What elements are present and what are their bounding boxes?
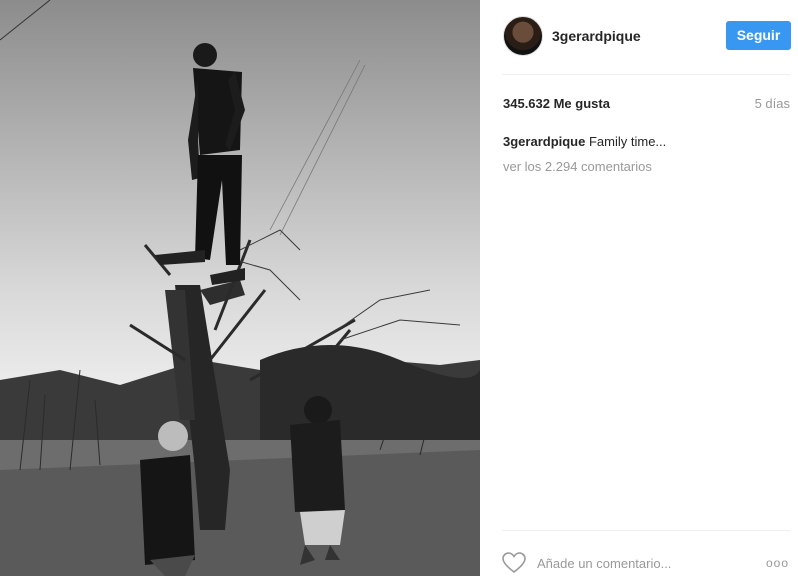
caption-text: Family time... — [588, 134, 667, 149]
likes-count[interactable]: 345.632 Me gusta — [503, 96, 610, 111]
caption-username[interactable]: 3gerardpique — [503, 134, 585, 149]
avatar[interactable] — [503, 16, 543, 56]
post-caption: 3gerardpique Family time... — [503, 134, 666, 149]
header-username[interactable]: 3gerardpique — [552, 28, 641, 44]
post-time[interactable]: 5 días — [755, 96, 790, 111]
post-header: 3gerardpique Seguir — [480, 0, 798, 74]
header-divider — [502, 74, 790, 75]
add-comment-input[interactable]: Añade un comentario... — [537, 556, 671, 571]
follow-button[interactable]: Seguir — [726, 21, 791, 50]
post-side-panel: 3gerardpique Seguir 345.632 Me gusta 5 d… — [480, 0, 798, 576]
comment-divider — [502, 530, 790, 531]
heart-icon[interactable] — [502, 552, 526, 579]
view-all-comments-link[interactable]: ver los 2.294 comentarios — [503, 159, 652, 174]
more-options-icon[interactable]: ooo — [766, 556, 789, 570]
post-photo[interactable] — [0, 0, 480, 576]
